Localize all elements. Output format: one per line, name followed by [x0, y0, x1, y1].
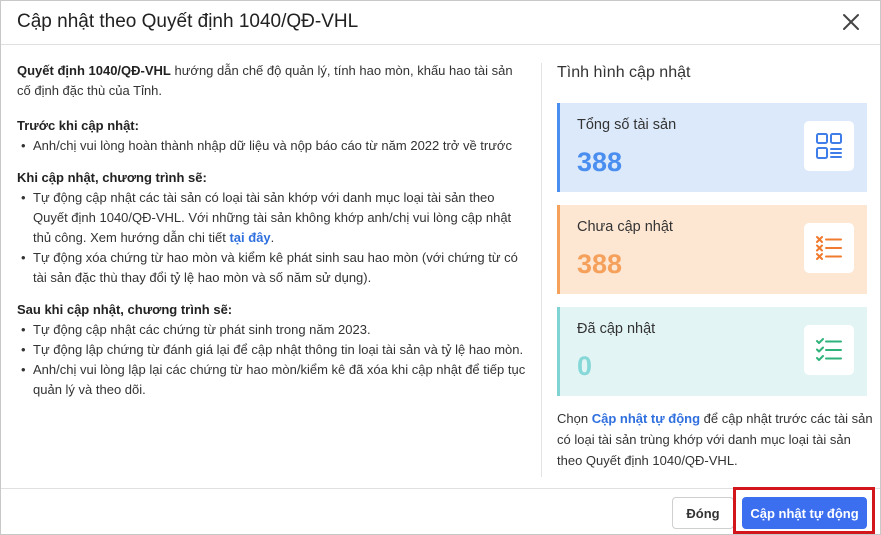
auto-update-note: Chọn Cập nhật tự động để cập nhật trước … — [557, 408, 873, 471]
instructions-panel: Quyết định 1040/QĐ-VHL hướng dẫn chế độ … — [17, 61, 527, 400]
card-label: Đã cập nhật — [577, 321, 656, 337]
total-assets-card: Tổng số tài sản 388 — [557, 103, 867, 192]
card-value: 388 — [577, 249, 623, 279]
detail-guide-link[interactable]: tại đây — [229, 230, 270, 245]
list-item: Anh/chị vui lòng lập lại các chứng từ ha… — [17, 360, 527, 400]
list-item: Anh/chị vui lòng hoàn thành nhập dữ liệu… — [17, 136, 527, 156]
after-list: Tự động cập nhật các chứng từ phát sinh … — [17, 320, 527, 400]
card-label: Tổng số tài sản — [577, 117, 677, 133]
after-heading: Sau khi cập nhật, chương trình sẽ: — [17, 302, 233, 317]
close-icon[interactable] — [839, 10, 863, 34]
card-label: Chưa cập nhật — [577, 219, 673, 235]
during-list: Tự động cập nhật các tài sản có loại tài… — [17, 188, 527, 288]
grid-list-icon — [804, 121, 854, 171]
dialog-title: Cập nhật theo Quyết định 1040/QĐ-VHL — [17, 11, 359, 32]
pending-card: Chưa cập nhật 388 — [557, 205, 867, 294]
list-item: Tự động lập chứng từ đánh giá lại để cập… — [17, 340, 527, 360]
note-highlight: Cập nhật tự động — [591, 411, 701, 426]
update-dialog: Cập nhật theo Quyết định 1040/QĐ-VHL Quy… — [0, 0, 881, 535]
list-item-end: . — [270, 230, 275, 245]
decision-name: Quyết định 1040/QĐ-VHL — [17, 63, 171, 78]
note-prefix: Chọn — [557, 411, 592, 426]
updated-card: Đã cập nhật 0 — [557, 307, 867, 396]
x-list-icon — [804, 223, 854, 273]
intro-paragraph: Quyết định 1040/QĐ-VHL hướng dẫn chế độ … — [17, 61, 527, 101]
list-item: Tự động cập nhật các tài sản có loại tài… — [17, 188, 527, 248]
status-title: Tình hình cập nhật — [557, 64, 691, 81]
auto-update-button[interactable]: Cập nhật tự động — [742, 497, 867, 529]
close-button[interactable]: Đóng — [672, 497, 734, 529]
dialog-header: Cập nhật theo Quyết định 1040/QĐ-VHL — [1, 1, 880, 45]
card-value: 388 — [577, 147, 623, 177]
during-heading: Khi cập nhật, chương trình sẽ: — [17, 170, 207, 185]
list-item: Tự động cập nhật các chứng từ phát sinh … — [17, 320, 527, 340]
card-value: 0 — [577, 351, 593, 381]
panel-divider — [541, 63, 542, 477]
before-list: Anh/chị vui lòng hoàn thành nhập dữ liệu… — [17, 136, 527, 156]
list-item: Tự động xóa chứng từ hao mòn và kiểm kê … — [17, 248, 527, 288]
check-list-icon — [804, 325, 854, 375]
before-heading: Trước khi cập nhật: — [17, 118, 139, 133]
